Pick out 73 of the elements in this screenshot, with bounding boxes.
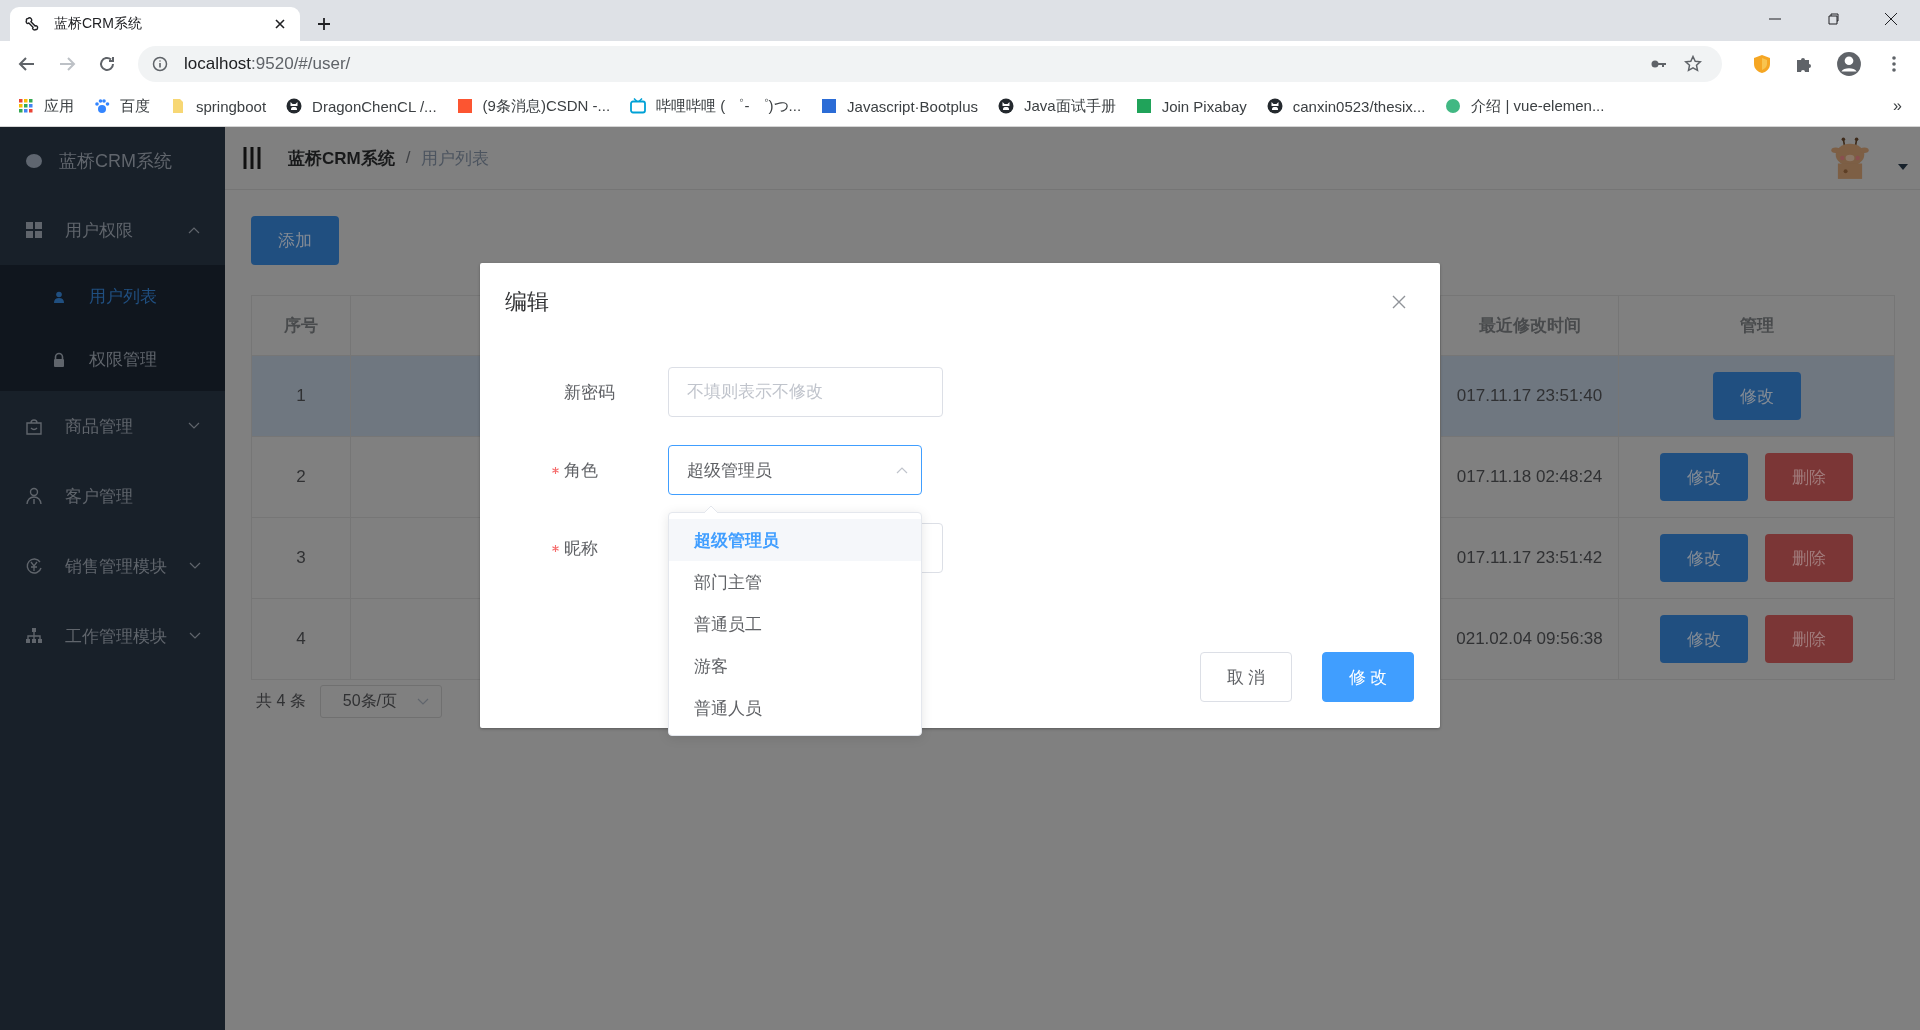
square-icon [1135, 98, 1152, 114]
dropdown-option[interactable]: 普通员工 [669, 603, 921, 645]
address-bar[interactable]: localhost:9520/#/user/ [138, 45, 1722, 82]
table-cell: 017.11.17 23:51:40 [1456, 386, 1603, 406]
bookmark[interactable]: 百度 [94, 96, 150, 116]
bookmark[interactable]: Join Pixabay [1135, 97, 1247, 115]
square-icon [821, 98, 838, 114]
bookmark[interactable]: 应用 [18, 96, 74, 116]
account-icon[interactable] [1836, 50, 1862, 77]
field-label: 新密码 [564, 381, 615, 404]
restore-icon[interactable] [1826, 12, 1840, 26]
dialog-title: 编辑 [505, 288, 549, 316]
dropdown-option[interactable]: 部门主管 [669, 561, 921, 603]
table-cell: 3 [296, 548, 306, 568]
column-header: 管理 [1738, 315, 1775, 337]
folder-icon [170, 98, 186, 114]
breadcrumb-separator: / [405, 148, 411, 168]
dropdown-option[interactable]: 普通人员 [669, 687, 921, 729]
star-icon[interactable] [1684, 54, 1702, 73]
table-cell: 017.11.17 23:51:42 [1456, 548, 1603, 568]
cat-icon [1266, 98, 1283, 114]
paw-icon [94, 98, 110, 114]
bookmark[interactable]: 哔哩哔哩 ( ゜- ゜)つ... [630, 96, 802, 116]
bookmark[interactable]: canxin0523/thesix... [1266, 97, 1426, 115]
breadcrumb-item[interactable]: 蓝桥CRM系统 [288, 146, 395, 170]
bag-icon [25, 417, 43, 435]
role-select[interactable]: 超级管理员 [668, 445, 922, 495]
table-cell: 4 [296, 629, 306, 649]
app-title: 蓝桥CRM系统 [59, 150, 172, 173]
person-icon [25, 487, 43, 505]
apps-icon [18, 98, 34, 114]
table-cell: 021.02.04 09:56:38 [1456, 629, 1603, 649]
page-size-select[interactable]: 50条/页 [319, 685, 442, 718]
column-header: 序号 [252, 296, 351, 355]
caret-icon[interactable] [1898, 164, 1908, 170]
cat-icon [286, 98, 303, 114]
hierarchy-icon [25, 627, 43, 645]
table-cell: 1 [296, 386, 306, 406]
bookmark[interactable]: DragonChenCL /... [286, 97, 437, 115]
grid-icon [25, 221, 43, 239]
table-cell: 2 [296, 467, 306, 487]
person-icon [53, 290, 65, 303]
more-bookmarks-button[interactable]: » [1893, 97, 1902, 115]
close-icon[interactable] [1884, 12, 1898, 26]
bookmark[interactable]: Java面试手册 [998, 96, 1116, 116]
table-cell: 017.11.18 02:48:24 [1456, 467, 1603, 487]
square-icon [456, 98, 473, 114]
back-icon[interactable] [18, 54, 36, 73]
coin-icon [25, 557, 43, 575]
cat-icon [998, 98, 1014, 114]
bookmark[interactable]: 介绍 | vue-elemen... [1445, 96, 1605, 116]
hamburger-icon[interactable] [242, 146, 262, 170]
field-label: 昵称 [564, 537, 598, 560]
logo-icon [25, 152, 43, 170]
field-label: 角色 [564, 459, 598, 482]
total-count: 共 4 条 [255, 691, 306, 711]
bookmark[interactable]: (9条消息)CSDN -... [456, 96, 611, 116]
lock-icon [51, 351, 67, 368]
column-header: 最近修改时间 [1441, 296, 1619, 355]
bookmark[interactable]: springboot [170, 97, 267, 115]
new-tab-icon[interactable] [316, 16, 332, 32]
cancel-button[interactable]: 取 消 [1200, 652, 1292, 702]
input-field[interactable]: 不填则表示不修改 [668, 367, 943, 417]
chevron-icon [896, 466, 908, 474]
chevron-icon [416, 697, 429, 706]
tv-icon [630, 98, 647, 114]
close-icon[interactable] [274, 18, 286, 30]
browser-tab[interactable]: 蓝桥CRM系统 [10, 7, 300, 41]
dropdown-option[interactable]: 游客 [669, 645, 921, 687]
bookmark[interactable]: Javascript·Bootplus [821, 97, 978, 115]
bone-icon [24, 16, 40, 32]
info-icon [152, 55, 168, 72]
reload-icon[interactable] [98, 54, 116, 73]
